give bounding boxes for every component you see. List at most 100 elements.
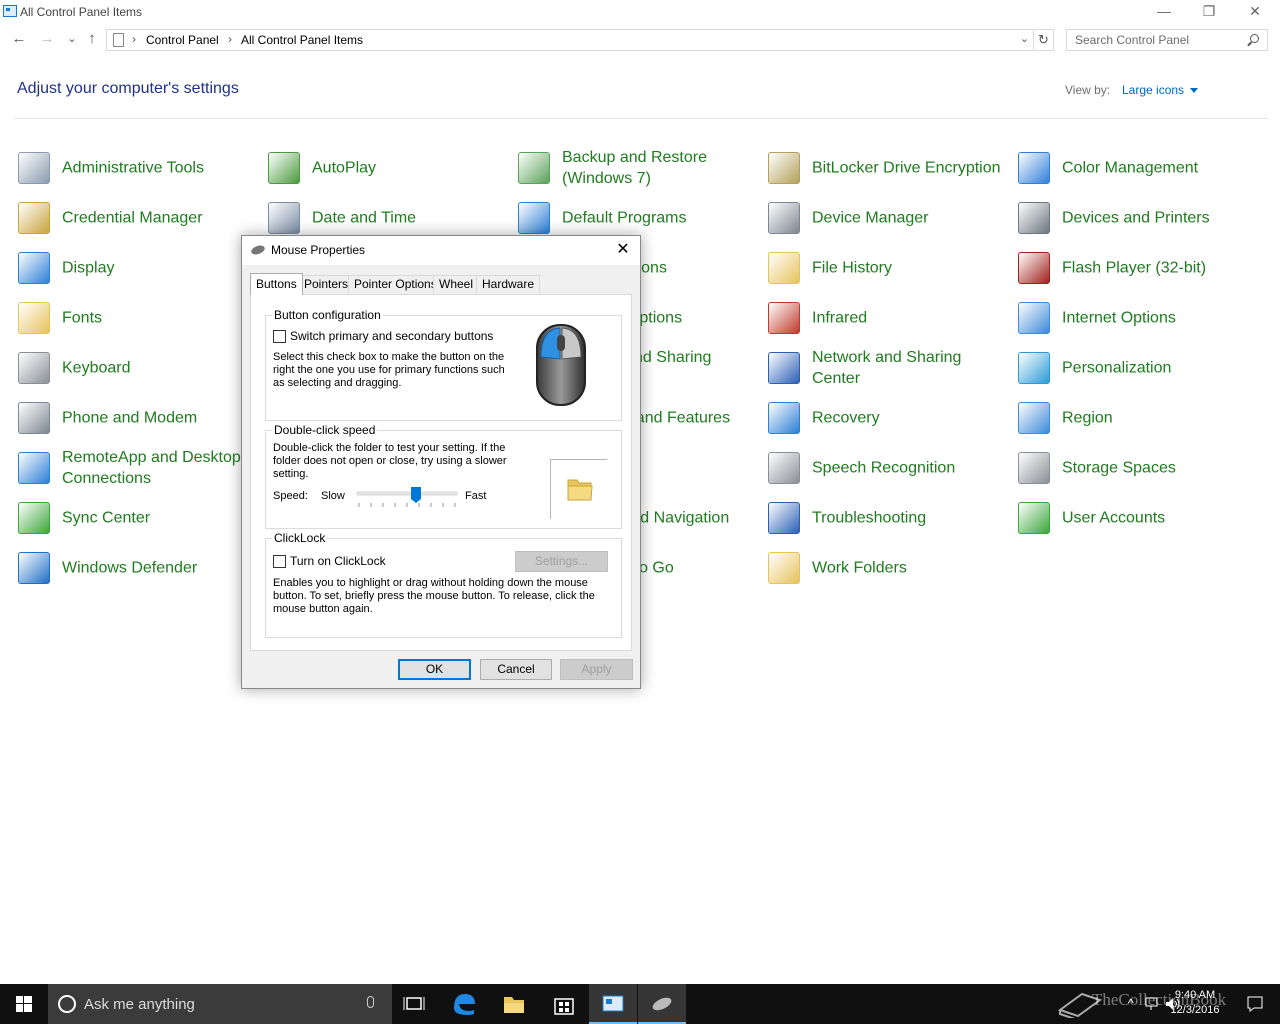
apply-button[interactable]: Apply <box>560 659 633 680</box>
date-time-icon[interactable] <box>268 202 300 234</box>
cp-item-label[interactable]: Keyboard <box>62 358 131 379</box>
fonts-icon[interactable] <box>18 302 50 334</box>
cp-item[interactable]: Infrared <box>766 293 1016 343</box>
cp-item-label[interactable]: Backup and Restore (Windows 7) <box>562 147 757 189</box>
double-click-speed-slider[interactable] <box>355 487 459 513</box>
cp-item[interactable]: Troubleshooting <box>766 493 1016 543</box>
cp-item-label[interactable]: Windows Defender <box>62 558 197 579</box>
admin-tools-icon[interactable] <box>18 152 50 184</box>
cp-item[interactable]: Device Manager <box>766 193 1016 243</box>
address-dropdown-icon[interactable]: ⌄ <box>1020 32 1029 45</box>
bitlocker-icon[interactable] <box>768 152 800 184</box>
store-icon[interactable] <box>540 984 588 1024</box>
cp-item-label[interactable]: Speech Recognition <box>812 458 955 479</box>
cp-item-label[interactable]: Devices and Printers <box>1062 208 1210 229</box>
cp-item[interactable]: Work Folders <box>766 543 1016 593</box>
cp-item[interactable]: Internet Options <box>1016 293 1266 343</box>
cp-item-label[interactable]: BitLocker Drive Encryption <box>812 158 1001 179</box>
ok-button[interactable]: OK <box>398 659 471 680</box>
tab-wheel[interactable]: Wheel <box>433 275 480 294</box>
mouse-properties-taskbar-icon[interactable] <box>638 984 686 1024</box>
taskbar-search-input[interactable] <box>84 994 354 1014</box>
keyboard-icon[interactable] <box>18 352 50 384</box>
notifications-icon[interactable] <box>1246 995 1264 1013</box>
cp-item[interactable]: Administrative Tools <box>16 143 266 193</box>
tab-hardware[interactable]: Hardware <box>476 275 541 294</box>
cp-item[interactable]: Fonts <box>16 293 266 343</box>
cp-item-label[interactable]: Troubleshooting <box>812 508 926 529</box>
clicklock-settings-button[interactable]: Settings... <box>515 551 608 572</box>
test-folder-area[interactable] <box>550 459 607 519</box>
cp-item-label[interactable]: Recovery <box>812 408 880 429</box>
switch-buttons-label[interactable]: Switch primary and secondary buttons <box>290 329 493 343</box>
cp-item-label[interactable]: Work Folders <box>812 558 907 579</box>
cp-item-label[interactable]: Sync Center <box>62 508 150 529</box>
cp-item[interactable]: Backup and Restore (Windows 7) <box>516 143 766 193</box>
cp-item[interactable]: Phone and Modem <box>16 393 266 443</box>
tab-buttons[interactable]: Buttons <box>250 273 303 295</box>
infrared-icon[interactable] <box>768 302 800 334</box>
cp-item[interactable]: Region <box>1016 393 1266 443</box>
cp-item[interactable]: Credential Manager <box>16 193 266 243</box>
recovery-icon[interactable] <box>768 402 800 434</box>
cp-item[interactable]: BitLocker Drive Encryption <box>766 143 1016 193</box>
cp-item[interactable]: Storage Spaces <box>1016 443 1266 493</box>
cp-item[interactable]: Flash Player (32-bit) <box>1016 243 1266 293</box>
phone-modem-icon[interactable] <box>18 402 50 434</box>
cp-item-label[interactable]: Infrared <box>812 308 867 329</box>
region-icon[interactable] <box>1018 402 1050 434</box>
back-arrow-icon[interactable]: ← <box>9 30 29 50</box>
view-by-dropdown[interactable]: Large icons <box>1122 83 1198 97</box>
cp-item-label[interactable]: Default Programs <box>562 208 687 229</box>
display-icon[interactable] <box>18 252 50 284</box>
forward-arrow-icon[interactable]: → <box>37 30 57 50</box>
cp-item-label[interactable]: Credential Manager <box>62 208 203 229</box>
search-box[interactable] <box>1066 29 1268 51</box>
cp-item[interactable]: Personalization <box>1016 343 1266 393</box>
cp-item-label[interactable]: Display <box>62 258 114 279</box>
cp-item[interactable]: Devices and Printers <box>1016 193 1266 243</box>
cp-item-label[interactable]: Fonts <box>62 308 102 329</box>
cp-item-label[interactable]: Storage Spaces <box>1062 458 1176 479</box>
cp-item[interactable]: Windows Defender <box>16 543 266 593</box>
work-folders-icon[interactable] <box>768 552 800 584</box>
cp-item-label[interactable]: File History <box>812 258 892 279</box>
file-history-icon[interactable] <box>768 252 800 284</box>
cp-item-label[interactable]: RemoteApp and Desktop Connections <box>62 447 257 489</box>
cp-item[interactable]: File History <box>766 243 1016 293</box>
credential-manager-icon[interactable] <box>18 202 50 234</box>
breadcrumb-control-panel[interactable]: Control Panel <box>146 33 219 47</box>
cancel-button[interactable]: Cancel <box>480 659 552 680</box>
cp-item[interactable]: User Accounts <box>1016 493 1266 543</box>
troubleshooting-icon[interactable] <box>768 502 800 534</box>
default-programs-icon[interactable] <box>518 202 550 234</box>
cp-item[interactable]: Network and Sharing Center <box>766 343 1016 393</box>
control-panel-taskbar-icon[interactable] <box>589 984 637 1024</box>
cp-item[interactable]: Speech Recognition <box>766 443 1016 493</box>
edge-browser-icon[interactable] <box>440 984 488 1024</box>
cp-item-label[interactable]: Phone and Modem <box>62 408 197 429</box>
folder-icon[interactable] <box>565 474 595 504</box>
cp-item-label[interactable]: Flash Player (32-bit) <box>1062 258 1206 279</box>
clicklock-checkbox[interactable] <box>273 555 286 568</box>
sync-center-icon[interactable] <box>18 502 50 534</box>
windows-start-icon[interactable] <box>0 984 48 1024</box>
internet-options-icon[interactable] <box>1018 302 1050 334</box>
tab-pointers[interactable]: Pointers <box>298 275 355 294</box>
up-arrow-icon[interactable]: ↑ <box>82 30 102 50</box>
recent-locations-icon[interactable]: ⌄ <box>62 30 82 50</box>
cp-item[interactable]: RemoteApp and Desktop Connections <box>16 443 266 493</box>
autoplay-icon[interactable] <box>268 152 300 184</box>
network-sharing-icon[interactable] <box>768 352 800 384</box>
slider-thumb[interactable] <box>411 487 421 503</box>
minimize-button[interactable]: — <box>1141 0 1187 24</box>
cp-item[interactable]: Sync Center <box>16 493 266 543</box>
microphone-icon[interactable] <box>367 996 374 1008</box>
storage-spaces-icon[interactable] <box>1018 452 1050 484</box>
flash-player-icon[interactable] <box>1018 252 1050 284</box>
cp-item-label[interactable]: User Accounts <box>1062 508 1165 529</box>
remoteapp-icon[interactable] <box>18 452 50 484</box>
device-manager-icon[interactable] <box>768 202 800 234</box>
breadcrumb-separator[interactable]: › <box>228 32 232 46</box>
personalization-icon[interactable] <box>1018 352 1050 384</box>
